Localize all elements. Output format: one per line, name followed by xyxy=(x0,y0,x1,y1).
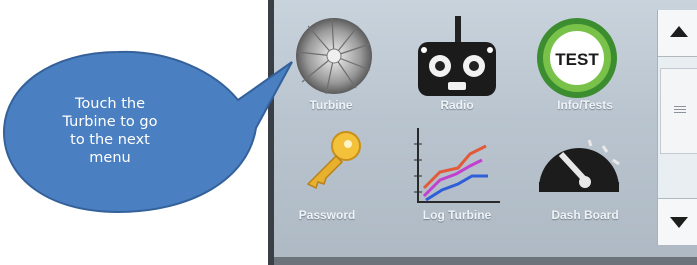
callout-text: Touch the Turbine to go to the next menu xyxy=(62,96,158,166)
